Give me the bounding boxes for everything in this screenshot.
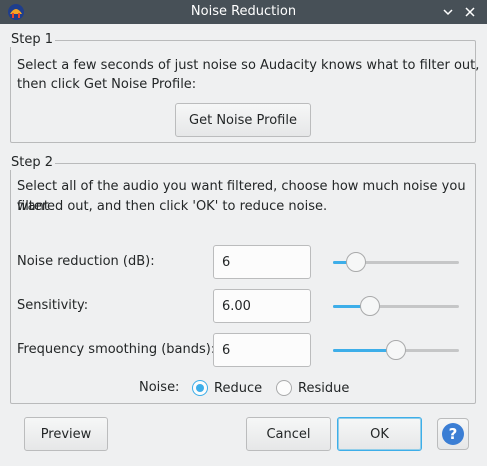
sensitivity-input[interactable]: 6.00 bbox=[213, 289, 311, 323]
cancel-button[interactable]: Cancel bbox=[246, 417, 331, 451]
help-icon[interactable]: ? bbox=[442, 423, 464, 445]
step2-description-line2: filtered out, and then click 'OK' to red… bbox=[17, 199, 328, 214]
frequency-smoothing-label: Frequency smoothing (bands): bbox=[17, 342, 216, 357]
noise-reduction-slider[interactable] bbox=[333, 252, 459, 272]
step2-title: Step 2 bbox=[9, 155, 56, 170]
ok-button[interactable]: OK bbox=[337, 417, 422, 451]
title-bar[interactable]: Noise Reduction bbox=[0, 0, 487, 24]
slider-handle[interactable] bbox=[345, 252, 366, 272]
preview-button[interactable]: Preview bbox=[24, 417, 108, 451]
frequency-smoothing-slider[interactable] bbox=[333, 340, 459, 360]
frequency-smoothing-input[interactable]: 6 bbox=[213, 333, 311, 367]
noise-label: Noise: bbox=[139, 380, 180, 395]
step1-description-line1: Select a few seconds of just noise so Au… bbox=[17, 58, 480, 73]
slider-handle[interactable] bbox=[386, 340, 406, 360]
sensitivity-label: Sensitivity: bbox=[17, 298, 89, 313]
step1-title: Step 1 bbox=[9, 32, 56, 47]
window-title: Noise Reduction bbox=[190, 4, 297, 19]
dialog-body: Step 1 Select a few seconds of just nois… bbox=[0, 24, 487, 466]
slider-handle[interactable] bbox=[359, 296, 380, 316]
sensitivity-slider[interactable] bbox=[333, 296, 459, 316]
step1-description-line2: then click Get Noise Profile: bbox=[17, 77, 197, 92]
radio-label[interactable]: Reduce bbox=[214, 381, 262, 396]
noise-reduction-label: Noise reduction (dB): bbox=[17, 254, 155, 269]
get-noise-profile-button[interactable]: Get Noise Profile bbox=[175, 103, 311, 137]
close-icon[interactable] bbox=[460, 2, 480, 22]
minimize-icon[interactable] bbox=[438, 2, 458, 22]
noise-reduction-input[interactable]: 6 bbox=[213, 245, 311, 279]
noise-residue-radio[interactable]: Residue bbox=[276, 378, 349, 398]
help-button[interactable]: ? bbox=[437, 418, 469, 450]
radio-label[interactable]: Residue bbox=[298, 381, 349, 396]
radio-indicator[interactable] bbox=[276, 380, 292, 396]
radio-indicator[interactable] bbox=[192, 380, 208, 396]
noise-reduce-radio[interactable]: Reduce bbox=[192, 378, 262, 398]
